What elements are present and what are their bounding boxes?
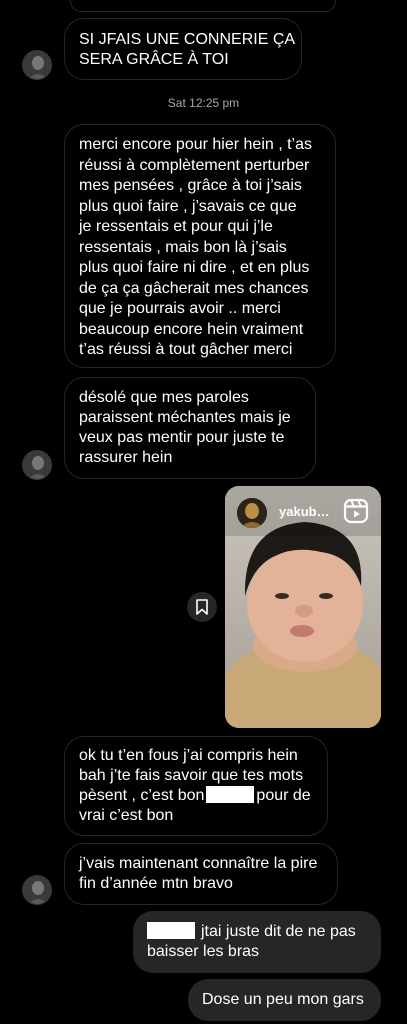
timestamp: Sat 12:25 pm (167, 96, 240, 110)
message-text: Dose un peu mon gars (202, 991, 364, 1008)
message-text: paraissent méchantes mais je (79, 409, 291, 426)
message-text: j’vais maintenant connaître la pire (79, 855, 318, 872)
message-text: plus quoi faire , j’savais ce que (79, 197, 297, 215)
avatar-image (237, 498, 267, 528)
message-text: t’as réussi à tout gâcher merci (79, 341, 293, 358)
bookmark-icon (196, 599, 208, 615)
message-text-line: pèsent , c’est bon pour de (79, 786, 313, 806)
message-text: fin d’année mtn bravo (79, 875, 233, 892)
message-text: mes pensées , grâce à toi j’sais (79, 177, 302, 194)
reel-author-avatar[interactable] (237, 498, 267, 528)
incoming-message[interactable]: désolé que mes paroles paraissent méchan… (64, 377, 316, 479)
message-text: rassurer hein (79, 449, 173, 466)
outgoing-message[interactable]: jtai juste dit de ne pas baisser les bra… (133, 911, 381, 973)
message-text: beaucoup encore hein vraiment (79, 320, 304, 338)
incoming-message[interactable]: ok tu t’en fous j’ai compris hein bah j’… (64, 736, 328, 836)
sender-avatar[interactable] (22, 875, 52, 905)
sender-avatar[interactable] (22, 50, 52, 80)
message-text-line: jtai juste dit de ne pas (147, 922, 367, 942)
incoming-message[interactable]: j’vais maintenant connaître la pire fin … (64, 843, 338, 905)
reel-header: yakub… (225, 486, 381, 536)
avatar-image (23, 451, 51, 479)
message-text: que je pourrais avoir .. merci (79, 300, 281, 317)
outgoing-message[interactable]: Dose un peu mon gars (188, 979, 381, 1021)
message-text: SI JFAIS UNE CONNERIE ÇA (79, 31, 296, 48)
message-text: veux pas mentir pour juste te (79, 429, 285, 446)
reels-icon (343, 498, 369, 524)
message-text: bah j’te fais savoir que tes mots (79, 767, 304, 784)
message-text: baisser les bras (147, 943, 260, 960)
reel-username[interactable]: yakub… (279, 504, 330, 519)
message-text: SERA GRÂCE À TOI (79, 51, 229, 68)
message-bubble-partial (70, 0, 336, 12)
message-text: ressentais , mais bon là j’sais (79, 238, 287, 256)
message-text: désolé que mes paroles (79, 389, 249, 406)
avatar-image (23, 51, 51, 79)
message-text: je ressentais et pour qui j’le (79, 218, 273, 235)
message-text: plus quoi faire ni dire , et en plus (79, 259, 310, 276)
avatar-image (23, 876, 51, 904)
incoming-message[interactable]: merci encore pour hier hein , t’as réuss… (64, 124, 336, 368)
message-text: pour de (256, 787, 311, 804)
message-text: vrai c’est bon (79, 807, 174, 824)
save-reel-button[interactable] (187, 592, 217, 622)
shared-reel[interactable]: yakub… (225, 486, 381, 728)
redacted-name (206, 786, 255, 803)
message-text: pèsent , c’est bon (79, 787, 205, 804)
message-text: réussi à complètement perturber (79, 156, 310, 174)
message-text: jtai juste dit de ne pas (201, 923, 356, 940)
incoming-message[interactable]: SI JFAIS UNE CONNERIE ÇA SERA GRÂCE À TO… (64, 18, 302, 80)
message-text: de ça ça gâcherait mes chances (79, 279, 309, 297)
message-text: merci encore pour hier hein , t’as (79, 136, 312, 153)
message-text: ok tu t’en fous j’ai compris hein (79, 747, 298, 764)
redacted-name (147, 922, 195, 939)
sender-avatar[interactable] (22, 450, 52, 480)
